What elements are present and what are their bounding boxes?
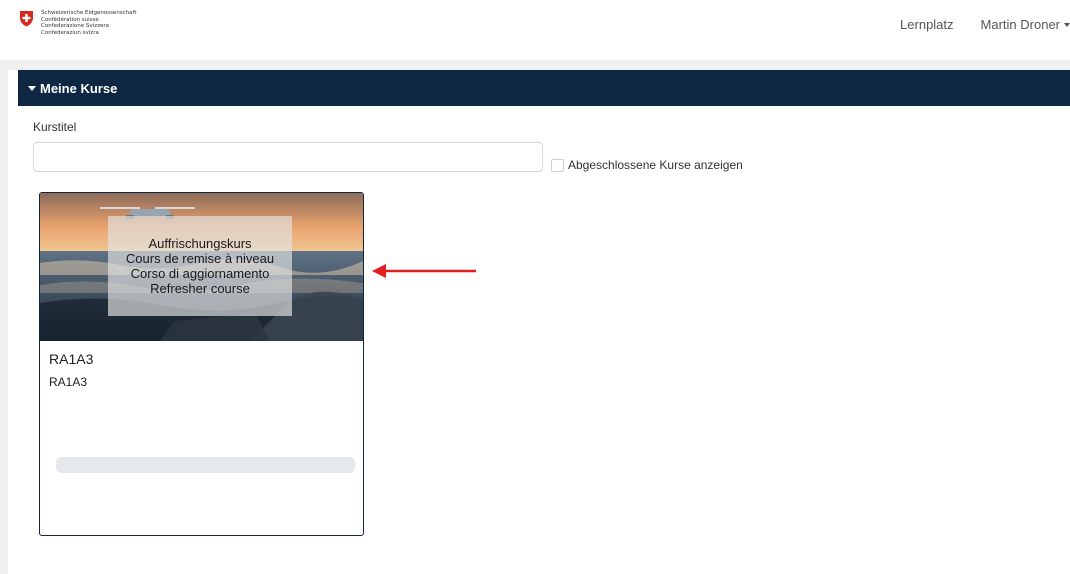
page-left-gutter [0, 60, 8, 574]
logo-line-de: Schweizerische Eidgenossenschaft [41, 10, 137, 16]
course-image-caption: Auffrischungskurs Cours de remise à nive… [108, 216, 292, 316]
course-title-input[interactable] [33, 142, 543, 172]
logo-text: Schweizerische Eidgenossenschaft Confédé… [41, 10, 137, 36]
logo-line-rm: Confederaziun svizra [41, 29, 99, 36]
caption-line-fr: Cours de remise à niveau [125, 251, 275, 266]
logo-line-fr: Confédération suisse [41, 16, 99, 23]
nav-lernplatz-link[interactable]: Lernplatz [900, 17, 953, 32]
caption-line-de: Auffrischungskurs [148, 236, 252, 251]
my-courses-header[interactable]: Meine Kurse [18, 70, 1070, 106]
course-card[interactable]: Auffrischungskurs Cours de remise à nive… [39, 192, 364, 536]
swiss-cross-icon [20, 11, 33, 27]
user-menu-toggle[interactable]: Martin Droner [981, 17, 1070, 32]
top-nav: Lernplatz Martin Droner [900, 17, 1070, 32]
user-name: Martin Droner [980, 17, 1060, 32]
caption-line-it: Corso di aggiornamento [130, 266, 270, 281]
show-completed-label: Abgeschlossene Kurse anzeigen [568, 158, 743, 172]
my-courses-panel: Meine Kurse Kurstitel Abgeschlossene Kur… [18, 70, 1070, 574]
course-card-image: Auffrischungskurs Cours de remise à nive… [40, 193, 363, 341]
caption-line-en: Refresher course [150, 281, 250, 296]
page-background-strip [0, 60, 1070, 70]
caret-down-icon [1064, 22, 1070, 27]
show-completed-checkbox[interactable] [551, 158, 564, 172]
top-header: Schweizerische Eidgenossenschaft Confédé… [0, 0, 1070, 60]
section-title: Meine Kurse [40, 80, 118, 96]
show-completed-toggle[interactable]: Abgeschlossene Kurse anzeigen [551, 158, 743, 172]
course-subtitle: RA1A3 [49, 375, 88, 389]
federal-logo[interactable]: Schweizerische Eidgenossenschaft Confédé… [19, 10, 137, 36]
course-title: RA1A3 [49, 351, 94, 367]
logo-line-it: Confederazione Svizzera [41, 23, 109, 30]
course-title-label: Kurstitel [33, 120, 77, 134]
annotation-arrow-icon [372, 264, 476, 278]
triangle-down-icon [28, 85, 36, 91]
course-progress-bar [56, 457, 355, 473]
